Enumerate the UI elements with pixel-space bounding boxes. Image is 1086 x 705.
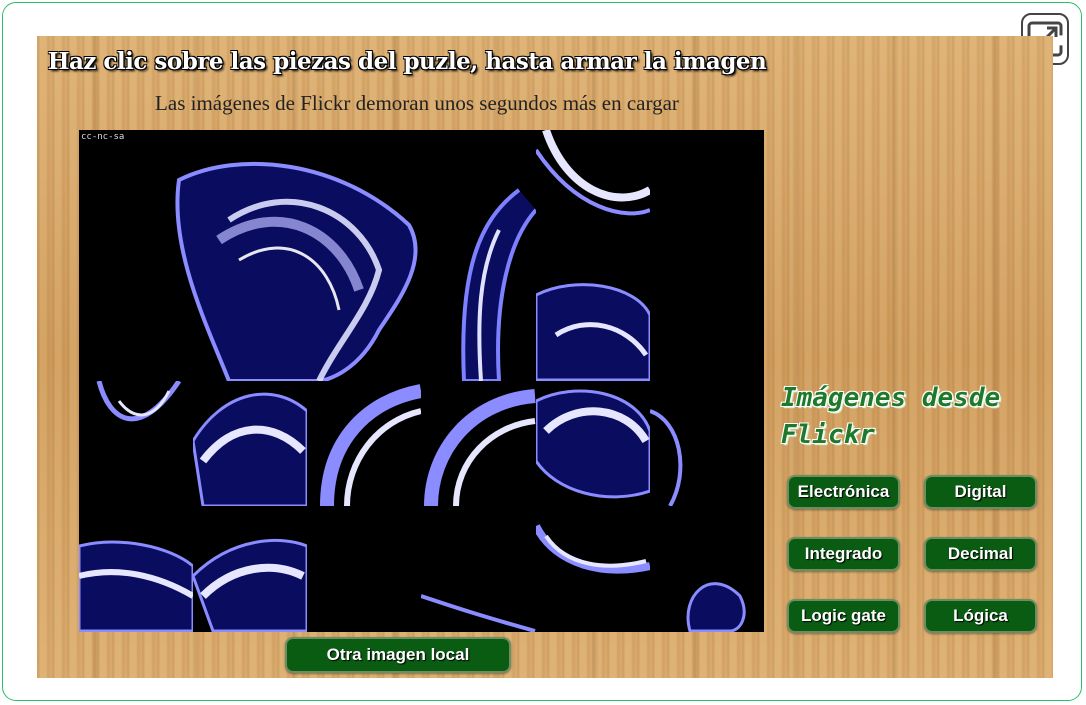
flickr-section-title: Imágenes desde Flickr — [781, 383, 1001, 450]
flickr-electronica-button[interactable]: Electrónica — [787, 475, 900, 509]
puzzle-piece[interactable] — [193, 381, 307, 506]
puzzle-piece[interactable] — [536, 255, 650, 381]
puzzle-piece[interactable] — [650, 130, 764, 255]
puzzle-board: cc-nc-sa — [79, 130, 764, 632]
flickr-integrado-button[interactable]: Integrado — [787, 537, 900, 571]
license-label: cc-nc-sa — [81, 132, 125, 142]
puzzle-piece[interactable] — [79, 381, 193, 506]
puzzle-piece[interactable] — [650, 506, 764, 632]
puzzle-piece[interactable] — [536, 130, 650, 255]
puzzle-piece[interactable] — [307, 506, 421, 632]
local-image-button[interactable]: Otra imagen local — [285, 637, 511, 673]
flickr-decimal-button[interactable]: Decimal — [924, 537, 1037, 571]
puzzle-piece[interactable] — [536, 506, 650, 632]
flickr-digital-button[interactable]: Digital — [924, 475, 1037, 509]
puzzle-piece[interactable] — [421, 381, 536, 506]
page-title: Haz clic sobre las piezas del puzle, has… — [47, 48, 767, 75]
puzzle-piece[interactable] — [79, 506, 193, 632]
puzzle-piece[interactable]: cc-nc-sa — [79, 130, 536, 381]
puzzle-piece[interactable] — [193, 506, 307, 632]
puzzle-piece[interactable] — [307, 381, 421, 506]
flickr-logica-button[interactable]: Lógica — [924, 599, 1037, 633]
page-subtitle: Las imágenes de Flickr demoran unos segu… — [155, 91, 679, 115]
puzzle-piece[interactable] — [650, 381, 764, 506]
puzzle-stage: Haz clic sobre las piezas del puzle, has… — [37, 36, 1053, 678]
flickr-logic-gate-button[interactable]: Logic gate — [787, 599, 900, 633]
puzzle-piece[interactable] — [650, 255, 764, 381]
puzzle-piece[interactable] — [421, 506, 536, 632]
puzzle-piece[interactable] — [536, 381, 650, 506]
